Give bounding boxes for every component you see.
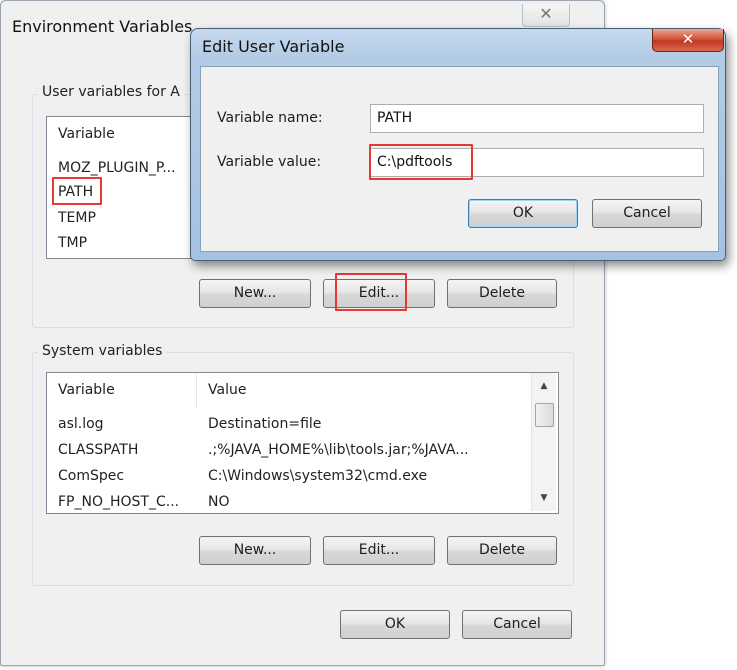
- window-title: Environment Variables: [12, 17, 193, 36]
- arrow-down-icon[interactable]: ▼: [532, 489, 556, 507]
- column-header-value[interactable]: Value: [197, 373, 558, 407]
- system-variable-value[interactable]: C:\Windows\system32\cmd.exe: [208, 468, 427, 484]
- system-variable-name[interactable]: asl.log: [58, 416, 104, 432]
- system-variable-value[interactable]: .;%JAVA_HOME%\lib\tools.jar;%JAVA...: [208, 442, 469, 458]
- dialog-title: Edit User Variable: [202, 37, 345, 56]
- system-delete-button[interactable]: Delete: [447, 536, 557, 565]
- system-variables-label: System variables: [38, 343, 167, 359]
- dialog-ok-button[interactable]: OK: [468, 199, 578, 228]
- close-icon[interactable]: ✕: [652, 29, 724, 52]
- column-header-variable[interactable]: Variable: [47, 117, 197, 151]
- env-cancel-button[interactable]: Cancel: [462, 610, 572, 639]
- variable-name-field[interactable]: PATH: [370, 104, 704, 133]
- user-new-button[interactable]: New...: [199, 279, 311, 308]
- system-variable-name[interactable]: FP_NO_HOST_C...: [58, 494, 179, 510]
- user-delete-button[interactable]: Delete: [447, 279, 557, 308]
- list-item[interactable]: TEMP: [47, 205, 96, 231]
- close-icon[interactable]: ✕: [522, 4, 570, 27]
- dialog-cancel-button[interactable]: Cancel: [592, 199, 702, 228]
- path-highlight-box: [52, 177, 102, 205]
- system-variable-value[interactable]: Destination=file: [208, 416, 321, 432]
- variable-value-label: Variable value:: [217, 154, 322, 170]
- system-new-button[interactable]: New...: [199, 536, 311, 565]
- system-list-scrollbar[interactable]: ▲ ▼: [531, 373, 556, 511]
- system-variable-name[interactable]: CLASSPATH: [58, 442, 138, 458]
- user-variables-label: User variables for A: [38, 84, 184, 100]
- list-item[interactable]: TMP: [47, 230, 87, 256]
- column-header-variable[interactable]: Variable: [47, 373, 197, 407]
- system-variable-name[interactable]: ComSpec: [58, 468, 124, 484]
- scrollbar-thumb[interactable]: [535, 403, 554, 427]
- value-highlight-box: [369, 144, 473, 180]
- variable-name-label: Variable name:: [217, 110, 323, 126]
- system-variables-list[interactable]: Variable Value asl.log Destination=file …: [46, 372, 559, 514]
- edit-highlight-box: [335, 273, 407, 311]
- env-ok-button[interactable]: OK: [340, 610, 450, 639]
- system-variable-value[interactable]: NO: [208, 494, 230, 510]
- arrow-up-icon[interactable]: ▲: [532, 377, 556, 395]
- system-edit-button[interactable]: Edit...: [323, 536, 435, 565]
